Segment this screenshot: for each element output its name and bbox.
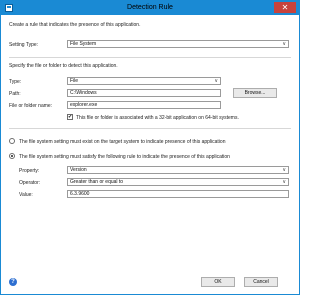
operator-value: Greater than or equal to: [70, 179, 124, 185]
file-name-value: explorer.exe: [70, 102, 98, 108]
path-input[interactable]: C:\Windows: [67, 89, 221, 97]
dialog-content: Create a rule that indicates the presenc…: [1, 15, 299, 294]
path-value: C:\Windows: [70, 90, 97, 96]
title-bar[interactable]: Detection Rule ✕: [1, 1, 299, 15]
radio-must-exist[interactable]: [9, 138, 15, 144]
setting-type-select[interactable]: File System ∨: [67, 40, 289, 48]
help-icon[interactable]: ?: [9, 278, 17, 286]
type-value: File: [70, 78, 79, 84]
chevron-down-icon: ∨: [282, 167, 286, 173]
type-select[interactable]: File ∨: [67, 77, 221, 85]
file-section-heading: Specify the file or folder to detect thi…: [9, 63, 118, 69]
chevron-down-icon: ∨: [214, 78, 218, 84]
divider: [9, 128, 291, 129]
radio-must-exist-label: The file system setting must exist on th…: [19, 139, 226, 145]
file-name-label: File or folder name:: [9, 103, 53, 109]
window-title: Detection Rule: [127, 4, 173, 11]
value-label: Value:: [19, 192, 33, 198]
chevron-down-icon: ∨: [282, 41, 286, 47]
32bit-checkbox-label: This file or folder is associated with a…: [76, 115, 239, 121]
property-select[interactable]: Version ∨: [67, 166, 289, 174]
divider: [9, 57, 291, 58]
file-name-input[interactable]: explorer.exe: [67, 101, 221, 109]
radio-satisfy-rule[interactable]: [9, 153, 15, 159]
browse-button[interactable]: Browse...: [233, 88, 277, 98]
32bit-checkbox[interactable]: ✔: [67, 114, 73, 120]
close-button[interactable]: ✕: [274, 2, 296, 13]
ok-button[interactable]: OK: [201, 277, 235, 287]
setting-type-value: File System: [70, 41, 97, 47]
setting-type-label: Setting Type:: [9, 42, 39, 48]
property-value: Version: [70, 167, 87, 173]
operator-select[interactable]: Greater than or equal to ∨: [67, 178, 289, 186]
property-label: Property:: [19, 168, 40, 174]
value-input[interactable]: 6.3.9600: [67, 190, 289, 198]
intro-text: Create a rule that indicates the presenc…: [9, 22, 141, 28]
radio-satisfy-rule-label: The file system setting must satisfy the…: [19, 154, 230, 160]
detection-rule-dialog: Detection Rule ✕ Create a rule that indi…: [0, 0, 300, 295]
chevron-down-icon: ∨: [282, 179, 286, 185]
cancel-button[interactable]: Cancel: [244, 277, 278, 287]
value-text: 6.3.9600: [70, 191, 90, 197]
operator-label: Operator:: [19, 180, 41, 186]
type-label: Type:: [9, 79, 22, 85]
path-label: Path:: [9, 91, 21, 97]
